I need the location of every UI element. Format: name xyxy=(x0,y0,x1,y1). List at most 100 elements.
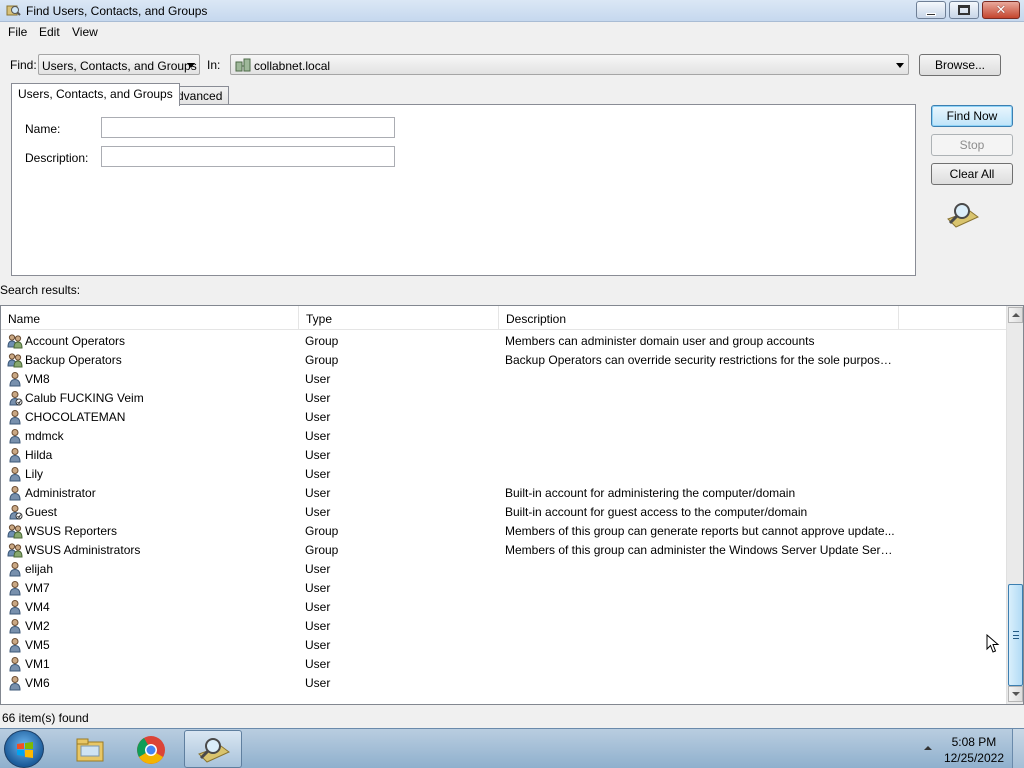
tab-panel: Name: Description: xyxy=(11,104,916,276)
title-bar: Find Users, Contacts, and Groups ✕ xyxy=(0,0,1024,22)
tray-expand-icon[interactable] xyxy=(924,746,932,750)
find-now-button[interactable]: Find Now xyxy=(931,105,1013,127)
menu-edit[interactable]: Edit xyxy=(39,25,60,39)
cell-type: Group xyxy=(305,543,339,557)
cell-name: VM1 xyxy=(25,657,50,671)
table-row[interactable]: Backup Operators Group Backup Operators ca… xyxy=(1,351,1007,370)
scroll-up-button[interactable] xyxy=(1008,307,1023,323)
table-row[interactable]: Lily User xyxy=(1,465,1007,484)
domain-icon xyxy=(235,58,251,72)
results-rows: Account Operators Group Members can admini… xyxy=(1,332,1007,693)
menu-file[interactable]: File xyxy=(8,25,27,39)
user-icon xyxy=(7,637,23,653)
explorer-icon xyxy=(76,738,104,762)
cell-name: Administrator xyxy=(25,486,96,500)
column-header-description[interactable]: Description xyxy=(499,306,899,330)
scroll-thumb[interactable] xyxy=(1008,584,1023,686)
user-icon xyxy=(7,618,23,634)
start-button[interactable] xyxy=(4,730,44,768)
cell-description: Members can administer domain user and g… xyxy=(505,334,815,348)
taskbar-find-users-button[interactable] xyxy=(184,730,242,768)
user-icon xyxy=(7,485,23,501)
table-row[interactable]: Calub FUCKING Veim User xyxy=(1,389,1007,408)
cell-name: WSUS Administrators xyxy=(25,543,141,557)
group-icon xyxy=(7,523,23,539)
cell-name: VM8 xyxy=(25,372,50,386)
window-title: Find Users, Contacts, and Groups xyxy=(26,4,208,18)
cell-type: User xyxy=(305,486,331,500)
chrome-icon xyxy=(137,736,165,764)
find-type-value: Users, Contacts, and Groups xyxy=(42,59,197,73)
table-row[interactable]: VM2 User xyxy=(1,617,1007,636)
restore-button[interactable] xyxy=(949,1,979,19)
table-row[interactable]: VM8 User xyxy=(1,370,1007,389)
results-header: Name Type Description xyxy=(1,306,1007,330)
cell-type: Group xyxy=(305,524,339,538)
results-list[interactable]: Name Type Description Account Operators G… xyxy=(0,305,1024,705)
cell-name: VM7 xyxy=(25,581,50,595)
clear-all-button[interactable]: Clear All xyxy=(931,163,1013,185)
table-row[interactable]: elijah User xyxy=(1,560,1007,579)
cell-type: User xyxy=(305,619,331,633)
cell-type: User xyxy=(305,467,331,481)
show-desktop-button[interactable] xyxy=(1012,729,1024,768)
search-animation-icon xyxy=(947,203,979,228)
table-row[interactable]: CHOCOLATEMAN User xyxy=(1,408,1007,427)
user-disabled-icon xyxy=(7,504,23,520)
browse-button[interactable]: Browse... xyxy=(919,54,1001,76)
cell-type: Group xyxy=(305,334,339,348)
table-row[interactable]: WSUS Reporters Group Members of this group… xyxy=(1,522,1007,541)
table-row[interactable]: VM4 User xyxy=(1,598,1007,617)
description-input[interactable] xyxy=(101,146,395,167)
table-row[interactable]: Administrator User Built-in account for ad… xyxy=(1,484,1007,503)
cell-type: User xyxy=(305,429,331,443)
user-disabled-icon xyxy=(7,390,23,406)
description-label: Description: xyxy=(25,151,89,165)
taskbar-clock[interactable]: 5:08 PM 12/25/2022 xyxy=(944,734,1004,766)
table-row[interactable]: WSUS Administrators Group Members of this … xyxy=(1,541,1007,560)
column-header-type[interactable]: Type xyxy=(299,306,499,330)
find-type-dropdown[interactable]: Users, Contacts, and Groups xyxy=(38,54,200,75)
cell-type: User xyxy=(305,562,331,576)
user-icon xyxy=(7,580,23,596)
in-label: In: xyxy=(207,58,221,72)
taskbar-explorer-button[interactable] xyxy=(60,730,118,768)
find-label: Find: xyxy=(10,58,37,72)
scroll-down-button[interactable] xyxy=(1008,686,1023,702)
cell-type: Group xyxy=(305,353,339,367)
cell-type: User xyxy=(305,657,331,671)
user-icon xyxy=(7,656,23,672)
user-icon xyxy=(7,675,23,691)
in-domain-dropdown[interactable]: collabnet.local xyxy=(230,54,909,75)
table-row[interactable]: VM1 User xyxy=(1,655,1007,674)
results-scrollbar[interactable] xyxy=(1006,306,1023,704)
cell-description: Backup Operators can override security r… xyxy=(505,353,897,367)
table-row[interactable]: Hilda User xyxy=(1,446,1007,465)
column-header-name[interactable]: Name xyxy=(1,306,299,330)
table-row[interactable]: Account Operators Group Members can admini… xyxy=(1,332,1007,351)
name-input[interactable] xyxy=(101,117,395,138)
minimize-button[interactable] xyxy=(916,1,946,19)
cell-name: Backup Operators xyxy=(25,353,122,367)
close-button[interactable]: ✕ xyxy=(982,1,1020,19)
clock-time: 5:08 PM xyxy=(951,735,997,749)
cell-type: User xyxy=(305,581,331,595)
in-domain-value: collabnet.local xyxy=(254,59,331,73)
tab-users-contacts-groups[interactable]: Users, Contacts, and Groups xyxy=(11,83,180,106)
user-icon xyxy=(7,428,23,444)
minimize-icon xyxy=(926,12,936,16)
user-icon xyxy=(7,409,23,425)
table-row[interactable]: VM7 User xyxy=(1,579,1007,598)
find-users-icon xyxy=(198,738,230,763)
user-icon xyxy=(7,371,23,387)
stop-button[interactable]: Stop xyxy=(931,134,1013,156)
table-row[interactable]: Guest User Built-in account for guest acce… xyxy=(1,503,1007,522)
table-row[interactable]: mdmck User xyxy=(1,427,1007,446)
menu-view[interactable]: View xyxy=(72,25,98,39)
table-row[interactable]: VM6 User xyxy=(1,674,1007,693)
taskbar: 5:08 PM 12/25/2022 xyxy=(0,728,1024,768)
cell-type: User xyxy=(305,372,331,386)
table-row[interactable]: VM5 User xyxy=(1,636,1007,655)
find-users-icon xyxy=(6,5,21,16)
taskbar-chrome-button[interactable] xyxy=(122,730,180,768)
